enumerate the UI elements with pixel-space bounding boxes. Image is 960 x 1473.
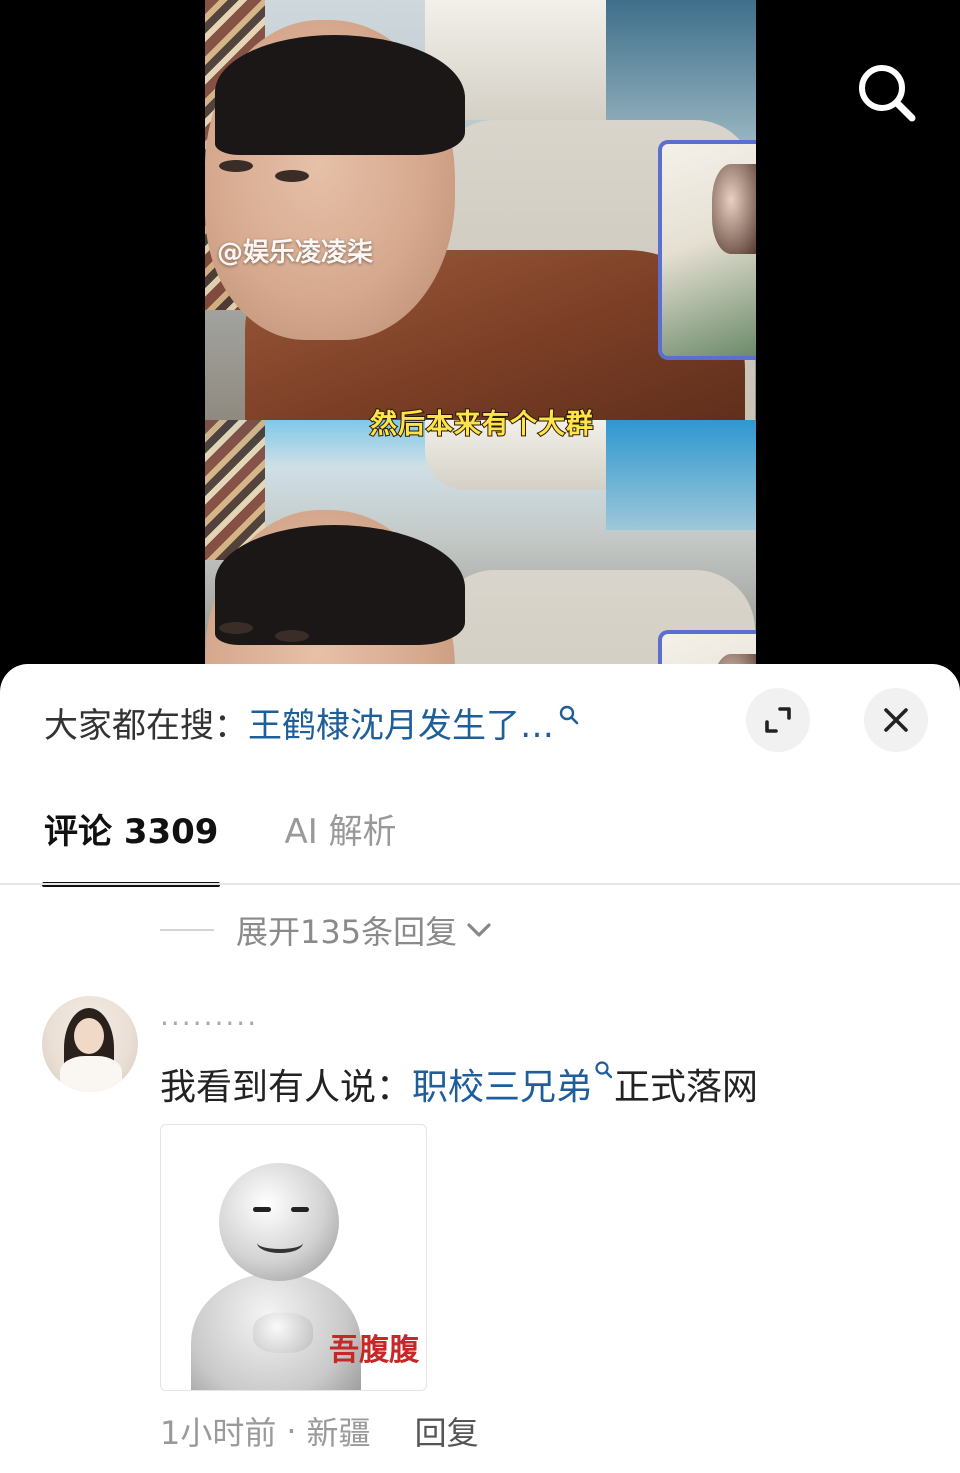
expand-replies-label: 展开135条回复 (236, 913, 458, 951)
person-head (205, 20, 465, 340)
meta-separator: · (286, 1412, 297, 1450)
bus-window (606, 420, 756, 530)
sticker-head (219, 1163, 339, 1281)
poster-face (712, 164, 756, 254)
trending-query-link[interactable]: 王鹤棣沈月发生了… (248, 698, 554, 747)
video-scene: @娱乐凌凌柒 (205, 0, 756, 420)
tabs-divider (0, 883, 960, 885)
video-scene (205, 420, 756, 680)
comment-text-prefix: 我看到有人说： (160, 1067, 413, 1108)
comment-time: 1小时前 (160, 1414, 277, 1452)
video-subtitle: 然后本来有个大群 (369, 408, 594, 441)
comment-text: 我看到有人说： 职校三兄弟 正式落网 (160, 1058, 758, 1110)
search-icon (859, 65, 916, 122)
comment-username[interactable]: ········· (160, 1010, 258, 1038)
tab-ai-analysis[interactable]: AI 解析 (284, 804, 396, 879)
sticker-hand (253, 1313, 313, 1353)
comment-text-suffix: 正式落网 (614, 1067, 759, 1108)
sticker-eye (291, 1207, 309, 1212)
comment-tabs: 评论 3309 AI 解析 (41, 804, 397, 887)
comment-location: 新疆 (306, 1414, 371, 1452)
close-icon (884, 708, 908, 732)
expand-sheet-button[interactable] (746, 688, 810, 752)
close-sheet-button[interactable] (864, 688, 928, 752)
avatar[interactable] (42, 996, 138, 1092)
sticker-eye (253, 1207, 271, 1212)
search-icon (559, 705, 579, 725)
reply-button[interactable]: 回复 (415, 1408, 479, 1454)
sticker-mouth (257, 1233, 303, 1253)
video-player[interactable]: @娱乐凌凌柒 然后本来有个大群 (0, 0, 960, 700)
comments-sheet: 大家都在搜： 王鹤棣沈月发生了… 评论 3309 AI 解析 展开135条回复 (0, 664, 960, 1473)
expand-icon (765, 707, 791, 733)
seatback-poster (658, 140, 756, 360)
avatar-face (74, 1018, 104, 1054)
person-eye (219, 160, 253, 172)
trending-prefix: 大家都在搜： (44, 705, 248, 746)
chevron-down-icon (467, 923, 491, 937)
expand-replies-button[interactable]: 展开135条回复 (160, 908, 493, 952)
video-frame-top: @娱乐凌凌柒 (205, 0, 756, 420)
expand-replies-line (160, 929, 214, 931)
tab-comments[interactable]: 评论 3309 (41, 804, 221, 887)
search-icon (595, 1061, 613, 1079)
video-frame-bottom (205, 420, 756, 680)
comment-sticker-image[interactable]: 吾腹腹 (160, 1124, 427, 1391)
comment-search-link[interactable]: 职校三兄弟 (412, 1058, 592, 1110)
comment-meta: 1小时前 · 新疆 回复 (160, 1408, 479, 1454)
avatar-body (60, 1056, 122, 1092)
person-hair (215, 35, 465, 155)
trending-search-bar[interactable]: 大家都在搜： 王鹤棣沈月发生了… (44, 698, 580, 747)
person-eye (275, 630, 309, 642)
sticker-caption: 吾腹腹 (329, 1333, 419, 1368)
video-watermark: @娱乐凌凌柒 (217, 238, 374, 268)
video-search-button[interactable] (852, 58, 922, 128)
person-eye (275, 170, 309, 182)
person-eye (219, 622, 253, 634)
